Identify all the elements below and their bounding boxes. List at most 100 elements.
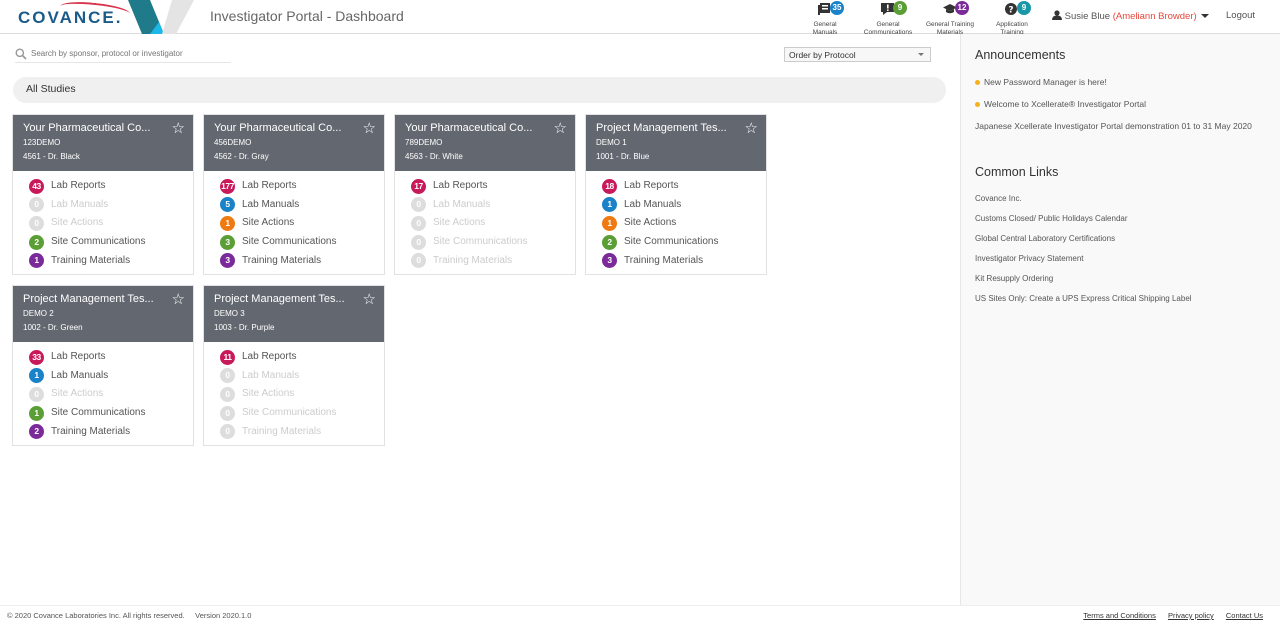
footer: © 2020 Covance Laboratories Inc. All rig… xyxy=(0,605,1280,624)
application-training-count: 9 xyxy=(1017,1,1031,15)
study-category-item[interactable]: 33 Lab Reports xyxy=(29,348,193,367)
study-category-item[interactable]: 0 Site Communications xyxy=(220,404,384,423)
common-link[interactable]: Customs Closed/ Public Holidays Calendar xyxy=(975,213,1280,233)
comment-exclamation-icon: 9 xyxy=(881,1,907,15)
study-category-item[interactable]: 0 Site Actions xyxy=(411,214,575,233)
study-category-item[interactable]: 43 Lab Reports xyxy=(29,177,193,196)
study-category-item[interactable]: 0 Training Materials xyxy=(411,251,575,270)
study-category-item[interactable]: 0 Site Actions xyxy=(29,214,193,233)
favorite-star-icon[interactable]: ☆ xyxy=(363,119,376,137)
general-manuals-button[interactable]: 35 General Manuals xyxy=(795,1,855,36)
count-badge: 0 xyxy=(411,234,426,250)
study-sponsor-title: Your Pharmaceutical Co... xyxy=(214,122,342,134)
study-card[interactable]: Your Pharmaceutical Co... ☆ 123DEMO 4561 - … xyxy=(12,114,194,275)
general-communications-label: General xyxy=(876,21,900,28)
category-label: Site Actions xyxy=(242,217,295,229)
count-badge: 2 xyxy=(29,424,44,440)
general-communications-button[interactable]: 9 General Communications xyxy=(858,1,918,36)
general-training-materials-button[interactable]: 12 General Training Materials xyxy=(920,1,980,36)
count-badge: 177 xyxy=(220,178,235,194)
study-card[interactable]: Your Pharmaceutical Co... ☆ 789DEMO 4563 - … xyxy=(394,114,576,275)
count-badge: 2 xyxy=(602,234,617,250)
category-label: Site Actions xyxy=(51,217,104,229)
study-category-list: 11 Lab Reports 0 Lab Manuals 0 Site Actions 0 S… xyxy=(204,342,384,441)
study-category-item[interactable]: 0 Lab Manuals xyxy=(411,196,575,215)
count-badge: 0 xyxy=(220,424,235,440)
count-badge: 0 xyxy=(29,386,44,402)
category-label: Lab Reports xyxy=(242,180,297,192)
study-category-item[interactable]: 2 Site Communications xyxy=(29,233,193,252)
study-card-header[interactable]: Your Pharmaceutical Co... ☆ 456DEMO 4562 - … xyxy=(204,115,384,171)
study-category-item[interactable]: 0 Lab Manuals xyxy=(220,367,384,386)
common-link[interactable]: Global Central Laboratory Certifications xyxy=(975,233,1280,253)
count-badge: 1 xyxy=(29,405,44,421)
study-category-item[interactable]: 17 Lab Reports xyxy=(411,177,575,196)
application-training-button[interactable]: ? 9 Application Training xyxy=(982,1,1042,36)
count-badge: 3 xyxy=(220,234,235,250)
privacy-link[interactable]: Privacy policy xyxy=(1168,611,1214,620)
category-label: Site Communications xyxy=(242,407,337,419)
common-link[interactable]: Covance Inc. xyxy=(975,193,1280,213)
study-card[interactable]: Your Pharmaceutical Co... ☆ 456DEMO 4562 - … xyxy=(203,114,385,275)
study-category-item[interactable]: 3 Site Communications xyxy=(220,233,384,252)
count-badge: 11 xyxy=(220,349,235,365)
favorite-star-icon[interactable]: ☆ xyxy=(172,119,185,137)
study-category-item[interactable]: 3 Training Materials xyxy=(220,251,384,270)
favorite-star-icon[interactable]: ☆ xyxy=(554,119,567,137)
study-category-item[interactable]: 177 Lab Reports xyxy=(220,177,384,196)
contact-link[interactable]: Contact Us xyxy=(1226,611,1263,620)
favorite-star-icon[interactable]: ☆ xyxy=(745,119,758,137)
announcement-item[interactable]: Welcome to Xcellerate® Investigator Port… xyxy=(975,98,1270,110)
category-label: Lab Reports xyxy=(51,180,106,192)
study-card[interactable]: Project Management Tes... ☆ DEMO 1 1001 - D… xyxy=(585,114,767,275)
study-card-header[interactable]: Project Management Tes... ☆ DEMO 1 1001 - D… xyxy=(586,115,766,171)
category-label: Lab Manuals xyxy=(433,198,491,210)
study-category-item[interactable]: 1 Site Actions xyxy=(220,214,384,233)
general-training-materials-count: 12 xyxy=(955,1,969,15)
study-category-item[interactable]: 0 Lab Manuals xyxy=(29,196,193,215)
favorite-star-icon[interactable]: ☆ xyxy=(363,290,376,308)
category-label: Training Materials xyxy=(51,425,131,437)
category-label: Site Actions xyxy=(624,217,677,229)
category-label: Site Actions xyxy=(433,217,486,229)
logout-link[interactable]: Logout xyxy=(1226,10,1255,21)
category-label: Training Materials xyxy=(433,254,513,266)
study-category-item[interactable]: 18 Lab Reports xyxy=(602,177,766,196)
study-category-item[interactable]: 11 Lab Reports xyxy=(220,348,384,367)
study-category-item[interactable]: 1 Site Communications xyxy=(29,404,193,423)
count-badge: 3 xyxy=(602,253,617,269)
announcement-text: New Password Manager is here! xyxy=(984,77,1107,87)
study-card-header[interactable]: Your Pharmaceutical Co... ☆ 123DEMO 4561 - … xyxy=(13,115,193,171)
study-category-item[interactable]: 5 Lab Manuals xyxy=(220,196,384,215)
search-input[interactable] xyxy=(31,49,231,58)
study-card-header[interactable]: Project Management Tes... ☆ DEMO 2 1002 - D… xyxy=(13,286,193,342)
favorite-star-icon[interactable]: ☆ xyxy=(172,290,185,308)
study-category-item[interactable]: 0 Training Materials xyxy=(220,422,384,441)
study-card[interactable]: Project Management Tes... ☆ DEMO 3 1003 - D… xyxy=(203,285,385,446)
user-menu[interactable]: Susie Blue (Ameliann Browder) xyxy=(1052,10,1210,22)
study-card-header[interactable]: Project Management Tes... ☆ DEMO 3 1003 - D… xyxy=(204,286,384,342)
study-category-item[interactable]: 1 Site Actions xyxy=(602,214,766,233)
study-category-item[interactable]: 0 Site Communications xyxy=(411,233,575,252)
study-category-item[interactable]: 0 Site Actions xyxy=(29,385,193,404)
study-category-item[interactable]: 2 Training Materials xyxy=(29,422,193,441)
common-link[interactable]: Investigator Privacy Statement xyxy=(975,253,1280,273)
study-card-header[interactable]: Your Pharmaceutical Co... ☆ 789DEMO 4563 - … xyxy=(395,115,575,171)
announcement-item[interactable]: Japanese Xcellerate Investigator Portal … xyxy=(975,120,1270,132)
common-link[interactable]: US Sites Only: Create a UPS Express Crit… xyxy=(975,293,1280,313)
study-category-item[interactable]: 1 Lab Manuals xyxy=(602,196,766,215)
terms-link[interactable]: Terms and Conditions xyxy=(1083,611,1156,620)
study-category-item[interactable]: 3 Training Materials xyxy=(602,251,766,270)
study-category-item[interactable]: 0 Site Actions xyxy=(220,385,384,404)
all-studies-bar[interactable]: All Studies xyxy=(13,77,946,103)
announcements-list: New Password Manager is here! Welcome to… xyxy=(975,76,1280,132)
common-link[interactable]: Kit Resupply Ordering xyxy=(975,273,1280,293)
top-header: COVANCE. Investigator Portal - Dashboard… xyxy=(0,0,1280,36)
order-by-select[interactable]: Order by Protocol xyxy=(784,47,931,62)
announcement-item[interactable]: New Password Manager is here! xyxy=(975,76,1270,88)
study-category-item[interactable]: 1 Training Materials xyxy=(29,251,193,270)
count-badge: 0 xyxy=(220,405,235,421)
study-category-item[interactable]: 1 Lab Manuals xyxy=(29,367,193,386)
study-card[interactable]: Project Management Tes... ☆ DEMO 2 1002 - D… xyxy=(12,285,194,446)
study-category-item[interactable]: 2 Site Communications xyxy=(602,233,766,252)
